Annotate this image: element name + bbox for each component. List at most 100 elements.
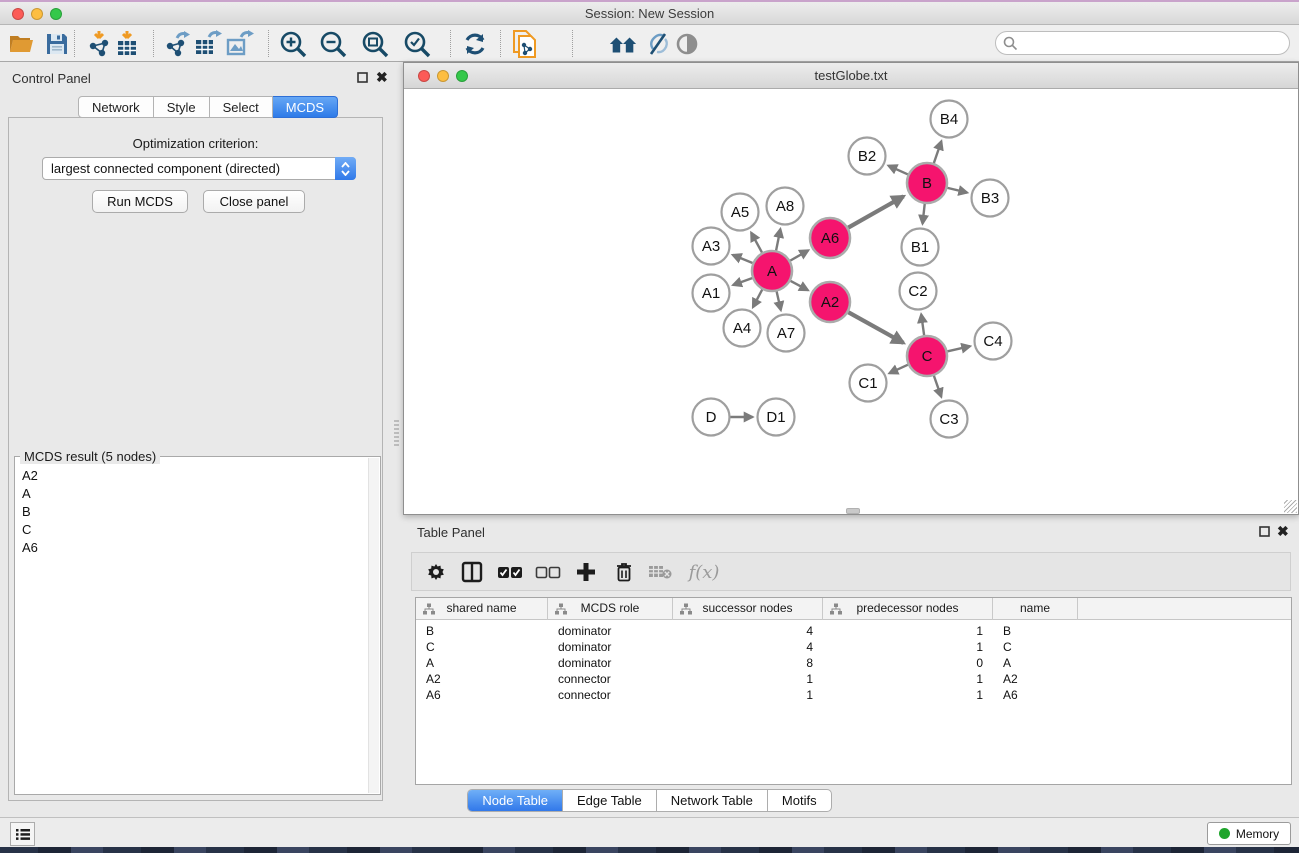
column-header-successor-nodes[interactable]: successor nodes xyxy=(673,598,823,620)
graph-edge-B-B3[interactable] xyxy=(946,188,967,193)
zoom-out-icon[interactable] xyxy=(318,30,348,58)
table-cell[interactable]: dominator xyxy=(548,655,673,671)
close-panel-button[interactable]: Close panel xyxy=(203,190,305,213)
table-cell[interactable]: C xyxy=(993,639,1078,655)
tab-network-table[interactable]: Network Table xyxy=(656,790,767,811)
tab-node-table[interactable]: Node Table xyxy=(468,790,562,811)
table-cell[interactable]: 1 xyxy=(823,639,993,655)
horizontal-splitter-handle[interactable] xyxy=(846,508,860,514)
export-network-icon[interactable] xyxy=(162,30,192,58)
table-cell[interactable]: C xyxy=(416,639,548,655)
minimize-window-icon[interactable] xyxy=(31,8,43,20)
graph-edge-A-A4[interactable] xyxy=(753,289,763,308)
column-header-MCDS-role[interactable]: MCDS role xyxy=(548,598,673,620)
vertical-splitter-handle[interactable] xyxy=(394,420,399,446)
graph-edge-C-C1[interactable] xyxy=(889,364,908,373)
first-neighbors-icon[interactable] xyxy=(608,30,638,58)
table-cell[interactable]: 1 xyxy=(823,687,993,703)
network-canvas[interactable]: B4B2BB3A8A5A6A3B1AC2A1A2A4A7C4CC1DD1C3 xyxy=(404,89,1298,514)
graph-edge-B-B1[interactable] xyxy=(923,203,925,224)
add-icon[interactable] xyxy=(572,558,600,586)
split-column-icon[interactable] xyxy=(458,558,486,586)
network-zoom-icon[interactable] xyxy=(456,70,468,82)
graph-edge-A2-C[interactable] xyxy=(847,312,903,343)
table-cell[interactable]: B xyxy=(993,623,1078,639)
zoom-fit-icon[interactable] xyxy=(360,30,390,58)
network-minimize-icon[interactable] xyxy=(437,70,449,82)
import-network-icon[interactable] xyxy=(84,30,114,58)
zoom-in-icon[interactable] xyxy=(278,30,308,58)
import-table-icon[interactable] xyxy=(112,30,142,58)
deselect-all-icon[interactable] xyxy=(534,558,562,586)
delete-icon[interactable] xyxy=(610,558,638,586)
table-cell[interactable]: B xyxy=(416,623,548,639)
tab-motifs[interactable]: Motifs xyxy=(767,790,831,811)
tab-select[interactable]: Select xyxy=(210,96,273,118)
table-cell[interactable]: 1 xyxy=(673,687,823,703)
network-close-icon[interactable] xyxy=(418,70,430,82)
graph-edge-C-C2[interactable] xyxy=(921,314,924,336)
main-titlebar[interactable]: Session: New Session xyxy=(0,2,1299,25)
table-cell[interactable]: connector xyxy=(548,687,673,703)
function-builder-icon[interactable]: f(x) xyxy=(684,558,724,586)
export-image-icon[interactable] xyxy=(225,30,255,58)
show-details-icon[interactable] xyxy=(672,30,702,58)
open-session-icon[interactable] xyxy=(8,30,38,58)
table-cell[interactable]: A2 xyxy=(993,671,1078,687)
graph-edge-A-A3[interactable] xyxy=(733,255,754,264)
graph-edge-B-B2[interactable] xyxy=(888,166,908,175)
save-session-icon[interactable] xyxy=(42,30,72,58)
table-cell[interactable]: 4 xyxy=(673,639,823,655)
graph-edge-A-A8[interactable] xyxy=(776,229,780,251)
graph-edge-C-C4[interactable] xyxy=(947,346,971,351)
graph-edge-A-A6[interactable] xyxy=(789,250,808,261)
float-panel-icon[interactable] xyxy=(357,72,368,85)
tab-mcds[interactable]: MCDS xyxy=(273,96,338,118)
network-window-titlebar[interactable]: testGlobe.txt xyxy=(404,63,1298,89)
select-all-icon[interactable] xyxy=(496,558,524,586)
table-cell[interactable]: 4 xyxy=(673,623,823,639)
run-mcds-button[interactable]: Run MCDS xyxy=(92,190,188,213)
table-cell[interactable]: connector xyxy=(548,671,673,687)
tab-style[interactable]: Style xyxy=(154,96,210,118)
graph-edge-A6-B[interactable] xyxy=(847,196,903,228)
table-cell[interactable]: A xyxy=(993,655,1078,671)
task-history-button[interactable] xyxy=(10,822,35,846)
table-cell[interactable]: 1 xyxy=(823,671,993,687)
zoom-window-icon[interactable] xyxy=(50,8,62,20)
graph-edge-A-A7[interactable] xyxy=(776,291,780,311)
graph-edge-C-C3[interactable] xyxy=(934,375,942,397)
table-cell[interactable]: dominator xyxy=(548,639,673,655)
gear-icon[interactable] xyxy=(422,558,450,586)
float-table-panel-icon[interactable] xyxy=(1259,526,1270,539)
graph-edge-A-A5[interactable] xyxy=(751,233,762,254)
table-cell[interactable]: 0 xyxy=(823,655,993,671)
zoom-selected-icon[interactable] xyxy=(402,30,432,58)
network-from-selection-icon[interactable] xyxy=(509,30,539,58)
window-resize-grip[interactable] xyxy=(1284,500,1297,513)
close-table-panel-icon[interactable]: ✖ xyxy=(1277,525,1289,537)
optimization-criterion-select[interactable]: largest connected component (directed) xyxy=(42,157,356,180)
delete-table-icon[interactable] xyxy=(646,558,674,586)
update-network-icon[interactable] xyxy=(460,30,490,58)
hide-selected-icon[interactable] xyxy=(643,30,673,58)
graph-edge-A-A2[interactable] xyxy=(790,280,808,290)
table-cell[interactable]: 1 xyxy=(823,623,993,639)
table-cell[interactable]: A6 xyxy=(416,687,548,703)
table-cell[interactable]: A6 xyxy=(993,687,1078,703)
table-cell[interactable]: dominator xyxy=(548,623,673,639)
table-cell[interactable]: A2 xyxy=(416,671,548,687)
memory-button[interactable]: Memory xyxy=(1207,822,1291,845)
result-scrollbar[interactable] xyxy=(368,458,379,793)
export-table-icon[interactable] xyxy=(193,30,223,58)
graph-edge-B-B4[interactable] xyxy=(934,141,942,164)
table-cell[interactable]: 1 xyxy=(673,671,823,687)
column-header-predecessor-nodes[interactable]: predecessor nodes xyxy=(823,598,993,620)
close-window-icon[interactable] xyxy=(12,8,24,20)
tab-network[interactable]: Network xyxy=(78,96,154,118)
tab-edge-table[interactable]: Edge Table xyxy=(562,790,656,811)
column-header-shared-name[interactable]: shared name xyxy=(416,598,548,620)
column-header-name[interactable]: name xyxy=(993,598,1078,620)
table-cell[interactable]: A xyxy=(416,655,548,671)
search-input[interactable] xyxy=(995,31,1290,55)
